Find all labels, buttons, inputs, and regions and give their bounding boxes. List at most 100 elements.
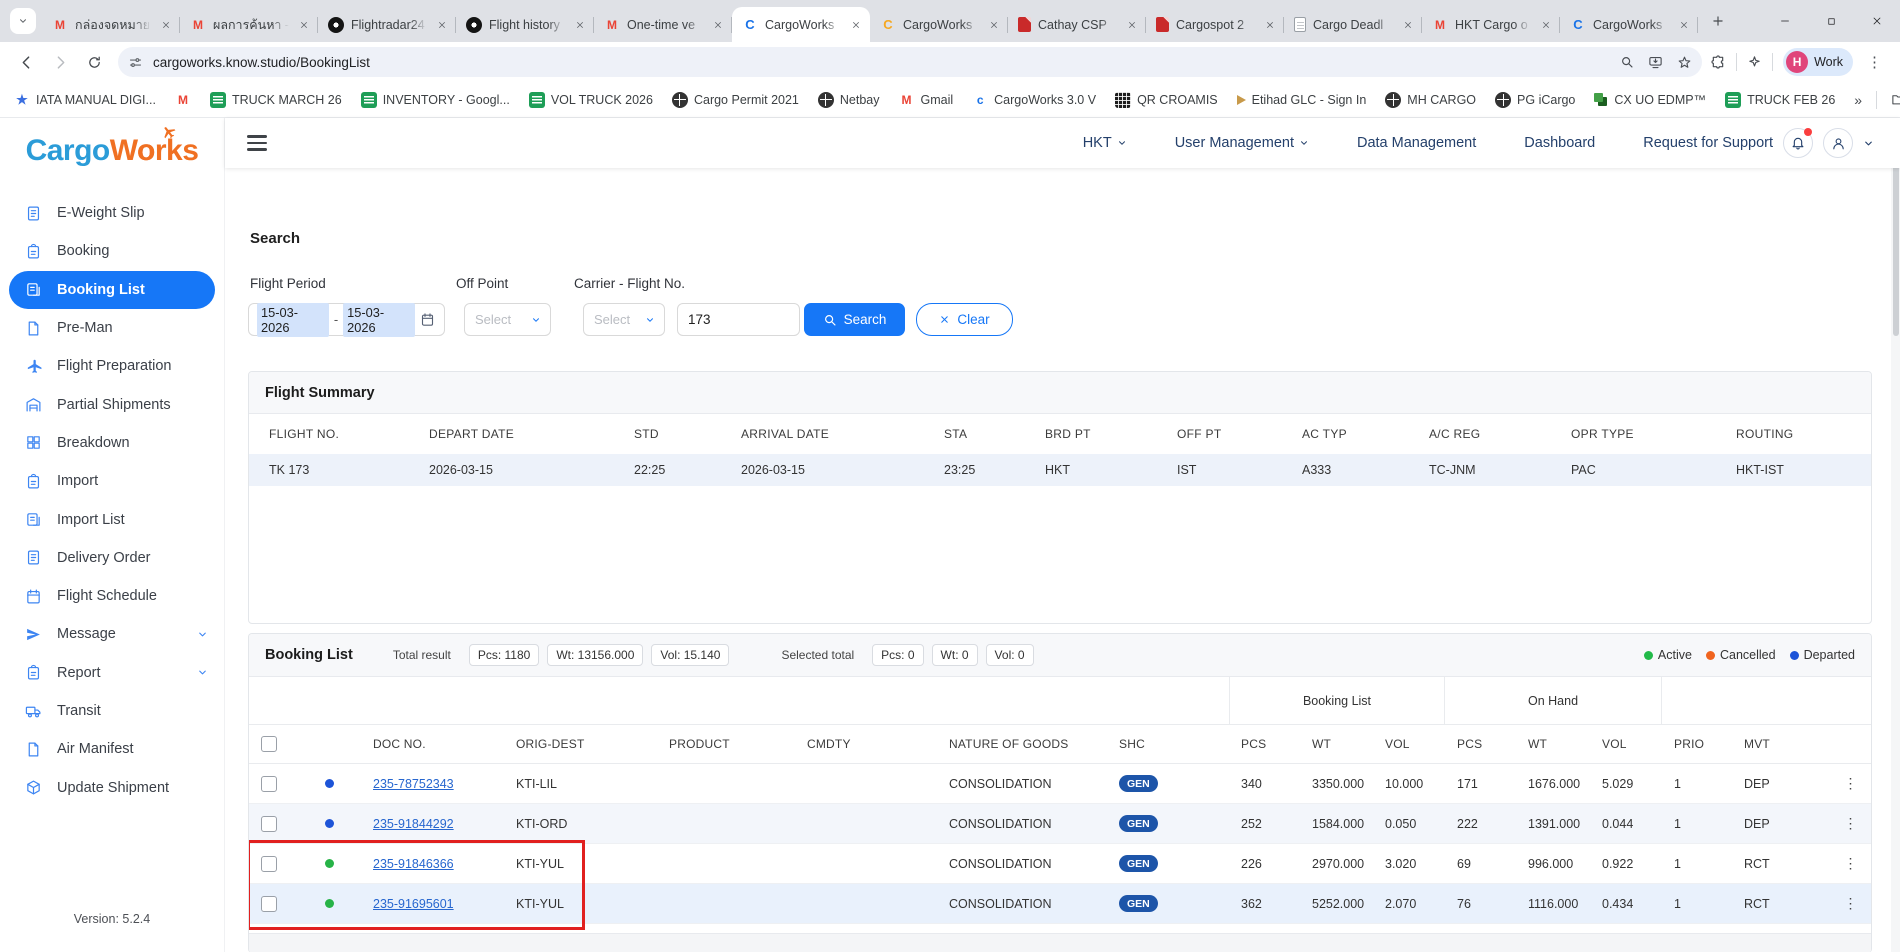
row-actions-icon[interactable]: ⋮ xyxy=(1828,764,1872,803)
bookmark-item[interactable]: TRUCK MARCH 26 xyxy=(210,92,342,108)
menu-hamburger-icon[interactable] xyxy=(247,135,267,150)
extensions-puzzle-icon[interactable] xyxy=(1710,54,1726,70)
install-app-icon[interactable] xyxy=(1648,55,1663,70)
sidebar-item-report[interactable]: Report xyxy=(0,654,224,692)
browser-tab[interactable]: Flight history xyxy=(456,7,594,42)
search-icon[interactable] xyxy=(1620,55,1634,69)
row-actions-icon[interactable]: ⋮ xyxy=(1828,804,1872,843)
new-tab-button[interactable] xyxy=(1704,7,1732,35)
sidebar-item-booking-list[interactable]: Booking List xyxy=(9,271,215,309)
off-point-select[interactable]: Select xyxy=(464,303,551,336)
bookmark-item[interactable]: VOL TRUCK 2026 xyxy=(529,92,653,108)
row-checkbox[interactable] xyxy=(261,816,277,832)
sidebar-item-booking[interactable]: Booking xyxy=(0,232,224,270)
carrier-select[interactable]: Select xyxy=(583,303,665,336)
row-checkbox[interactable] xyxy=(261,776,277,792)
row-checkbox[interactable] xyxy=(261,856,277,872)
tab-close-icon[interactable] xyxy=(158,17,174,33)
notifications-button[interactable] xyxy=(1783,128,1813,158)
bookmark-item[interactable]: INVENTORY - Googl... xyxy=(361,92,510,108)
header-nav-request-for-support[interactable]: Request for Support xyxy=(1643,135,1773,151)
bookmark-item[interactable]: ★IATA MANUAL DIGI... xyxy=(14,92,156,108)
maximize-button[interactable] xyxy=(1808,0,1854,42)
row-actions-icon[interactable]: ⋮ xyxy=(1828,884,1872,923)
account-button[interactable] xyxy=(1823,128,1853,158)
bookmark-item[interactable]: Etihad GLC - Sign In xyxy=(1237,93,1367,107)
browser-menu-icon[interactable]: ⋮ xyxy=(1863,53,1886,71)
sidebar-item-transit[interactable]: Transit xyxy=(0,692,224,730)
sidebar-item-import-list[interactable]: Import List xyxy=(0,500,224,538)
browser-tab[interactable]: Mผลการค้นหา - xyxy=(180,7,318,42)
bookmarks-overflow-button[interactable]: » xyxy=(1854,92,1862,108)
forward-button[interactable] xyxy=(44,46,76,78)
sidebar-item-import[interactable]: Import xyxy=(0,462,224,500)
bookmark-item[interactable]: TRUCK FEB 26 xyxy=(1725,92,1835,108)
tab-close-icon[interactable] xyxy=(1538,17,1554,33)
tab-close-icon[interactable] xyxy=(1400,17,1416,33)
search-button[interactable]: Search xyxy=(804,303,905,336)
bookmark-item[interactable]: cCargoWorks 3.0 V xyxy=(972,92,1096,108)
browser-tab[interactable]: CCargoWorks xyxy=(732,7,870,42)
date-from-value[interactable]: 15-03-2026 xyxy=(257,303,329,337)
sidebar-item-e-weight-slip[interactable]: E-Weight Slip xyxy=(0,194,224,232)
sidebar-item-air-manifest[interactable]: Air Manifest xyxy=(0,730,224,768)
doc-no-link[interactable]: 235-91844292 xyxy=(373,817,454,831)
table-row[interactable]: 235-78752343KTI-LILCONSOLIDATIONGEN34033… xyxy=(249,764,1871,804)
browser-tab[interactable]: MOne-time ve xyxy=(594,7,732,42)
flight-no-input[interactable] xyxy=(677,303,800,336)
flight-period-range-input[interactable]: 15-03-2026 - 15-03-2026 xyxy=(248,303,445,336)
header-nav-dashboard[interactable]: Dashboard xyxy=(1524,135,1595,151)
bookmark-item[interactable]: Cargo Permit 2021 xyxy=(672,92,799,108)
doc-no-link[interactable]: 235-78752343 xyxy=(373,777,454,791)
table-row[interactable]: 235-91846366KTI-YULCONSOLIDATIONGEN22629… xyxy=(249,844,1871,884)
clear-button[interactable]: Clear xyxy=(916,303,1013,336)
minimize-button[interactable] xyxy=(1762,0,1808,42)
calendar-icon[interactable] xyxy=(420,312,435,327)
date-to-value[interactable]: 15-03-2026 xyxy=(343,303,415,337)
sidebar-item-breakdown[interactable]: Breakdown xyxy=(0,424,224,462)
tab-search-button[interactable] xyxy=(10,8,36,34)
bookmark-item[interactable]: MGmail xyxy=(899,92,954,108)
select-all-checkbox[interactable] xyxy=(261,736,277,752)
doc-no-link[interactable]: 235-91695601 xyxy=(373,897,454,911)
close-window-button[interactable] xyxy=(1854,0,1900,42)
browser-tab[interactable]: Mกล่องจดหมาย xyxy=(42,7,180,42)
browser-tab[interactable]: Cargospot 2 xyxy=(1146,7,1284,42)
tab-close-icon[interactable] xyxy=(434,17,450,33)
tab-close-icon[interactable] xyxy=(848,17,864,33)
tab-close-icon[interactable] xyxy=(1124,17,1140,33)
browser-tab[interactable]: CCargoWorks xyxy=(870,7,1008,42)
account-caret-icon[interactable] xyxy=(1863,138,1874,149)
bookmark-item[interactable]: M xyxy=(175,92,191,108)
page-scrollbar[interactable] xyxy=(1891,118,1900,952)
browser-tab[interactable]: MHKT Cargo o xyxy=(1422,7,1560,42)
table-row[interactable]: 235-91695601KTI-YULCONSOLIDATIONGEN36252… xyxy=(249,884,1871,924)
bookmark-item[interactable]: PG iCargo xyxy=(1495,92,1575,108)
site-settings-icon[interactable] xyxy=(128,55,143,70)
address-bar[interactable]: cargoworks.know.studio/BookingList xyxy=(118,47,1702,77)
tab-close-icon[interactable] xyxy=(296,17,312,33)
extension-sparkle-icon[interactable] xyxy=(1747,55,1762,70)
browser-tab[interactable]: CCargoWorks xyxy=(1560,7,1698,42)
bookmark-item[interactable]: QR CROAMIS xyxy=(1115,92,1218,108)
sidebar-item-update-shipment[interactable]: Update Shipment xyxy=(0,768,224,806)
tab-close-icon[interactable] xyxy=(1262,17,1278,33)
row-checkbox[interactable] xyxy=(261,896,277,912)
sidebar-item-delivery-order[interactable]: Delivery Order xyxy=(0,539,224,577)
sidebar-item-flight-schedule[interactable]: Flight Schedule xyxy=(0,577,224,615)
header-nav-data-management[interactable]: Data Management xyxy=(1357,135,1476,151)
back-button[interactable] xyxy=(10,46,42,78)
table-row[interactable]: 235-91844292KTI-ORDCONSOLIDATIONGEN25215… xyxy=(249,804,1871,844)
browser-tab[interactable]: Cathay CSP xyxy=(1008,7,1146,42)
row-actions-icon[interactable]: ⋮ xyxy=(1828,844,1872,883)
tab-close-icon[interactable] xyxy=(986,17,1002,33)
profile-chip[interactable]: H Work xyxy=(1783,48,1853,76)
tab-close-icon[interactable] xyxy=(572,17,588,33)
refresh-button[interactable] xyxy=(78,46,110,78)
bookmark-item[interactable]: MH CARGO xyxy=(1385,92,1476,108)
all-bookmarks-button[interactable]: All Bookmarks xyxy=(1891,92,1900,107)
doc-no-link[interactable]: 235-91846366 xyxy=(373,857,454,871)
url-text[interactable]: cargoworks.know.studio/BookingList xyxy=(153,55,1610,70)
bookmark-star-icon[interactable] xyxy=(1677,55,1692,70)
flight-summary-row[interactable]: TK 1732026-03-1522:252026-03-1523:25HKTI… xyxy=(249,454,1871,486)
